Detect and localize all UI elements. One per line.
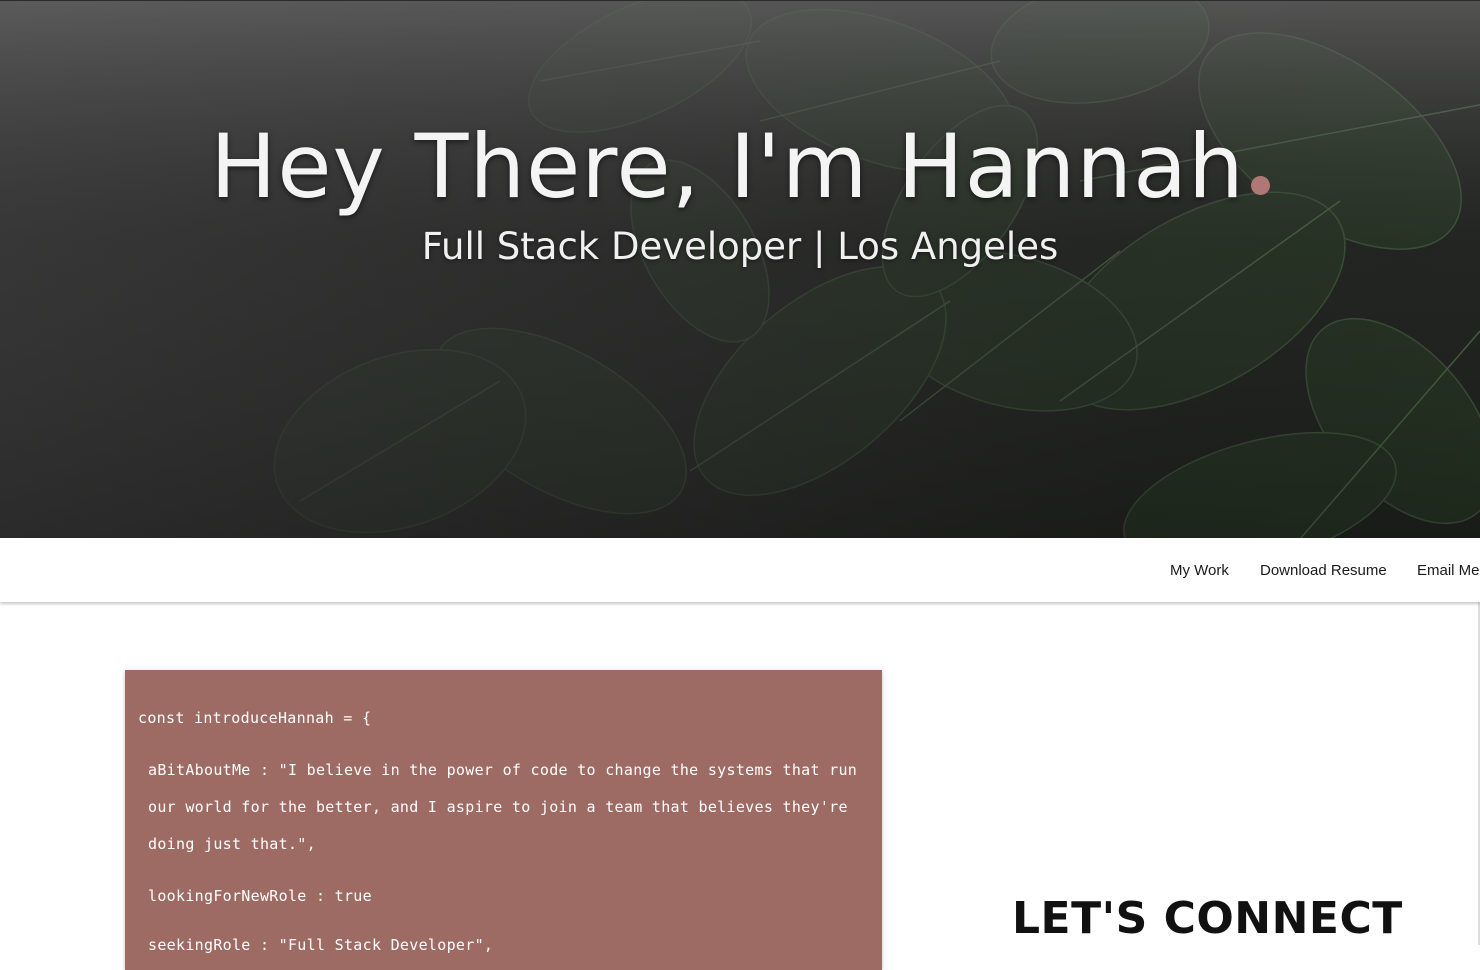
hero-background-image xyxy=(0,1,1480,539)
nav-link-email-me[interactable]: Email Me xyxy=(1417,562,1480,579)
intro-code-card: const introduceHannah = { aBitAboutMe : … xyxy=(125,670,882,970)
nav-link-download-resume[interactable]: Download Resume xyxy=(1260,562,1387,579)
code-line: seekingRole : "Full Stack Developer", xyxy=(148,936,494,954)
hero-subtitle: Full Stack Developer | Los Angeles xyxy=(421,225,1059,268)
top-navigation: My Work Download Resume Email Me xyxy=(0,538,1480,602)
accent-dot xyxy=(1250,176,1270,195)
code-line: const introduceHannah = { xyxy=(138,709,372,727)
hero-section: Hey There, I'm Hannah Full Stack Develop… xyxy=(0,0,1480,539)
code-line: aBitAboutMe : "I believe in the power of… xyxy=(148,761,858,779)
code-line: lookingForNewRole : true xyxy=(148,887,372,905)
hero-title-text: Hey There, I'm Hannah xyxy=(210,115,1245,218)
nav-link-my-work[interactable]: My Work xyxy=(1170,562,1229,579)
connect-heading: LET'S CONNECT xyxy=(1012,893,1403,944)
hero-title: Hey There, I'm Hannah xyxy=(0,118,1480,216)
code-line: doing just that.", xyxy=(148,835,316,853)
code-line: our world for the better, and I aspire t… xyxy=(148,798,848,816)
